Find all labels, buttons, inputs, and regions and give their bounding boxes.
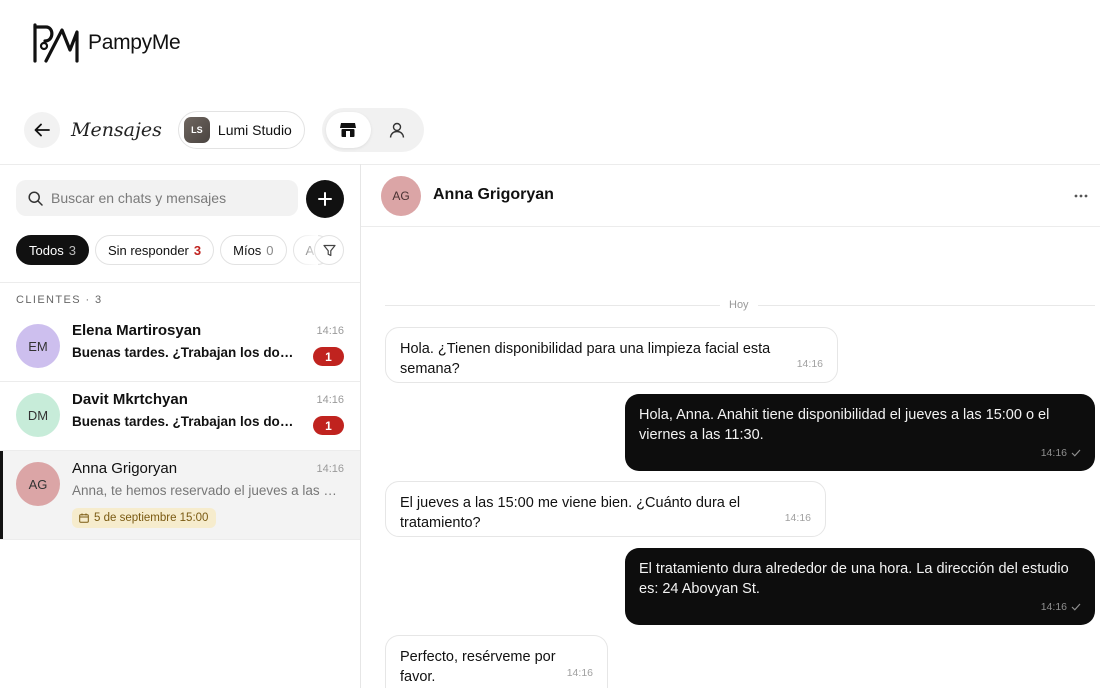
filter-label: Sin responder xyxy=(107,242,189,258)
message-time: 14:16 xyxy=(316,463,344,475)
booking-badge: 5 de septiembre 15:00 xyxy=(72,508,217,528)
user-icon xyxy=(390,122,405,138)
incoming-message: Hola. ¿Tienen disponibilidad para una li… xyxy=(385,327,838,383)
message-meta: 14:16 xyxy=(1041,443,1081,463)
message-text: El jueves a las 15:00 me viene bien. ¿Cu… xyxy=(400,495,741,531)
logo-mark-icon xyxy=(33,23,79,63)
avatar: EM xyxy=(16,324,60,368)
filter-count: 3 xyxy=(68,242,76,258)
check-icon xyxy=(1071,449,1081,457)
check-icon xyxy=(1071,603,1081,611)
filter-button[interactable] xyxy=(314,235,344,265)
panel-divider xyxy=(360,164,361,688)
message-time: 14:16 xyxy=(784,512,811,524)
avatar: AG xyxy=(16,462,60,506)
filter-count: 3 xyxy=(193,242,202,258)
more-options-button[interactable] xyxy=(1068,186,1094,206)
message-time: 14:16 xyxy=(316,325,344,337)
chat-list-item[interactable]: EM Elena Martirosyan 14:16 Buenas tardes… xyxy=(0,313,360,382)
unread-badge: 1 xyxy=(313,416,344,435)
store-icon xyxy=(340,123,357,137)
contact-name: Davit Mkrtchyan xyxy=(72,391,188,408)
funnel-icon xyxy=(322,244,336,256)
back-button[interactable] xyxy=(24,112,60,148)
avatar: DM xyxy=(16,393,60,437)
message-text: El tratamiento dura alrededor de una hor… xyxy=(639,561,1069,597)
day-separator-label: Hoy xyxy=(720,299,758,311)
outgoing-message: El tratamiento dura alrededor de una hor… xyxy=(625,548,1095,625)
filter-label: Todos xyxy=(29,242,64,258)
message-meta: 14:16 xyxy=(1041,597,1081,617)
toggle-personal-view[interactable] xyxy=(375,112,420,148)
studio-name: Lumi Studio xyxy=(217,122,292,138)
filter-todos[interactable]: Todos 3 xyxy=(16,235,89,265)
message-time: 14:16 xyxy=(316,394,344,406)
ellipsis-icon xyxy=(1074,194,1088,198)
chat-list-item-selected[interactable]: AG Anna Grigoryan 14:16 Anna, te hemos r… xyxy=(0,451,360,540)
app-name: PampyMe xyxy=(88,31,181,54)
conversation-name: Anna Grigoryan xyxy=(433,186,554,203)
unread-badge: 1 xyxy=(313,347,344,366)
studio-selector[interactable]: LS Lumi Studio xyxy=(177,111,305,149)
arrow-left-icon xyxy=(34,123,50,137)
incoming-message: Perfecto, resérveme por favor. 14:16 xyxy=(385,635,608,688)
message-text: Hola, Anna. Anahit tiene disponibilidad … xyxy=(639,407,1050,443)
plus-icon xyxy=(318,192,332,206)
toggle-business-view[interactable] xyxy=(325,112,371,148)
conversation-avatar: AG xyxy=(381,176,421,216)
message-preview: Buenas tardes. ¿Trabajan los domingos? xyxy=(72,345,302,360)
contact-name: Anna Grigoryan xyxy=(72,460,178,477)
filter-label: Míos xyxy=(233,242,262,258)
filter-count: 0 xyxy=(266,242,274,258)
messages-header: Mensajes LS Lumi Studio xyxy=(24,108,424,152)
filter-sin-responder[interactable]: Sin responder 3 xyxy=(94,235,215,265)
filter-chips: Todos 3 Sin responder 3 Míos 0 Ar xyxy=(16,235,344,265)
calendar-icon xyxy=(79,513,89,523)
app-logo[interactable]: PampyMe xyxy=(32,22,181,64)
filters-divider xyxy=(0,282,360,283)
message-preview: Anna, te hemos reservado el jueves a las… xyxy=(72,483,344,498)
section-label: CLIENTES · 3 xyxy=(16,294,103,306)
message-time: 14:16 xyxy=(796,358,823,370)
view-toggle xyxy=(321,108,424,152)
filter-mios[interactable]: Míos 0 xyxy=(220,235,287,265)
header-divider xyxy=(0,164,1100,165)
booking-date: 5 de septiembre 15:00 xyxy=(94,512,209,524)
studio-avatar: LS xyxy=(183,117,210,143)
search-input[interactable] xyxy=(51,190,281,206)
message-text: Perfecto, resérveme por favor. xyxy=(400,649,556,685)
message-time: 14:16 xyxy=(566,667,593,679)
message-text: Hola. ¿Tienen disponibilidad para una li… xyxy=(400,341,771,377)
message-time: 14:16 xyxy=(1040,601,1067,613)
outgoing-message: Hola, Anna. Anahit tiene disponibilidad … xyxy=(625,394,1095,471)
search-bar xyxy=(16,180,298,216)
message-preview: Buenas tardes. ¿Trabajan los domingos? xyxy=(72,414,302,429)
search-icon xyxy=(28,190,43,206)
page-title: Mensajes xyxy=(71,119,162,141)
conversation-header-divider xyxy=(361,226,1100,227)
contact-name: Elena Martirosyan xyxy=(72,322,202,339)
incoming-message: El jueves a las 15:00 me viene bien. ¿Cu… xyxy=(385,481,826,537)
new-chat-button[interactable] xyxy=(306,180,344,218)
message-time: 14:16 xyxy=(1040,447,1067,459)
chat-list-item[interactable]: DM Davit Mkrtchyan 14:16 Buenas tardes. … xyxy=(0,382,360,451)
